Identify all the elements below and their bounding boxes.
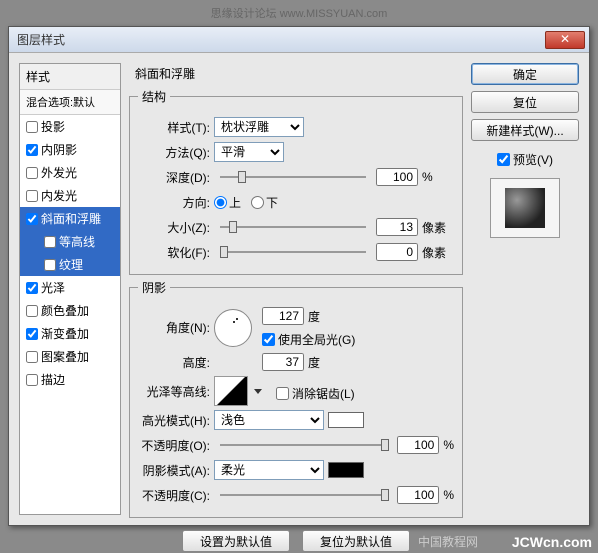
make-default-button[interactable]: 设置为默认值 xyxy=(182,530,290,552)
styles-header[interactable]: 样式 xyxy=(20,64,120,90)
direction-down[interactable]: 下 xyxy=(251,194,278,211)
highlight-mode-label: 高光模式(H): xyxy=(138,412,210,429)
depth-unit: % xyxy=(422,170,454,184)
preview-swatch xyxy=(490,178,560,238)
style-gradient-overlay[interactable]: 渐变叠加 xyxy=(20,322,120,345)
layer-style-dialog: 图层样式 ✕ 样式 混合选项:默认 投影 内阴影 外发光 内发光 斜面和浮雕 等… xyxy=(8,26,590,526)
watermark-top: 思缘设计论坛 www.MISSYUAN.com xyxy=(0,5,598,21)
direction-label: 方向: xyxy=(138,194,210,211)
size-unit: 像素 xyxy=(422,219,454,236)
global-light-checkbox[interactable]: 使用全局光(G) xyxy=(262,331,355,348)
blend-options[interactable]: 混合选项:默认 xyxy=(20,90,120,115)
watermark-url: JCWcn.com xyxy=(512,534,592,550)
shadow-opacity-input[interactable] xyxy=(397,486,439,504)
ok-button[interactable]: 确定 xyxy=(471,63,579,85)
close-button[interactable]: ✕ xyxy=(545,31,585,49)
altitude-input[interactable] xyxy=(262,353,304,371)
depth-slider[interactable] xyxy=(220,169,366,185)
style-color-overlay[interactable]: 颜色叠加 xyxy=(20,299,120,322)
cancel-button[interactable]: 复位 xyxy=(471,91,579,113)
settings-panel: 斜面和浮雕 结构 样式(T): 枕状浮雕 方法(Q): 平滑 深度(D): % xyxy=(129,63,463,515)
highlight-color-swatch[interactable] xyxy=(328,412,364,428)
shadow-color-swatch[interactable] xyxy=(328,462,364,478)
highlight-opacity-label: 不透明度(O): xyxy=(138,437,210,454)
highlight-opacity-slider[interactable] xyxy=(220,437,387,453)
soften-input[interactable] xyxy=(376,243,418,261)
shadow-mode-label: 阴影模式(A): xyxy=(138,462,210,479)
angle-label: 角度(N): xyxy=(138,319,210,336)
soften-slider[interactable] xyxy=(220,244,366,260)
structure-legend: 结构 xyxy=(138,88,170,105)
style-select[interactable]: 枕状浮雕 xyxy=(214,117,304,137)
style-stroke[interactable]: 描边 xyxy=(20,368,120,391)
watermark-cn: 中国教程网 xyxy=(418,533,478,550)
soften-label: 软化(F): xyxy=(138,244,210,261)
size-input[interactable] xyxy=(376,218,418,236)
angle-wheel[interactable] xyxy=(214,309,252,347)
technique-select[interactable]: 平滑 xyxy=(214,142,284,162)
reset-default-button[interactable]: 复位为默认值 xyxy=(302,530,410,552)
style-contour[interactable]: 等高线 xyxy=(20,230,120,253)
gloss-contour-picker[interactable] xyxy=(214,376,248,406)
shading-legend: 阴影 xyxy=(138,279,170,296)
structure-group: 结构 样式(T): 枕状浮雕 方法(Q): 平滑 深度(D): % 方向: xyxy=(129,88,463,275)
angle-input[interactable] xyxy=(262,307,304,325)
chevron-down-icon[interactable] xyxy=(254,389,262,394)
pct-unit: % xyxy=(443,438,454,452)
gloss-contour-label: 光泽等高线: xyxy=(138,383,210,400)
highlight-mode-select[interactable]: 浅色 xyxy=(214,410,324,430)
panel-title: 斜面和浮雕 xyxy=(129,63,463,84)
shadow-opacity-label: 不透明度(C): xyxy=(138,487,210,504)
style-bevel-emboss[interactable]: 斜面和浮雕 xyxy=(20,207,120,230)
style-label: 样式(T): xyxy=(138,119,210,136)
dialog-title: 图层样式 xyxy=(13,31,545,48)
style-outer-glow[interactable]: 外发光 xyxy=(20,161,120,184)
titlebar: 图层样式 ✕ xyxy=(9,27,589,53)
technique-label: 方法(Q): xyxy=(138,144,210,161)
style-pattern-overlay[interactable]: 图案叠加 xyxy=(20,345,120,368)
angle-unit: 度 xyxy=(308,308,320,325)
highlight-opacity-input[interactable] xyxy=(397,436,439,454)
shading-group: 阴影 角度(N): 度 使用全局光(G) 高度: xyxy=(129,279,463,518)
styles-list: 样式 混合选项:默认 投影 内阴影 外发光 内发光 斜面和浮雕 等高线 纹理 光… xyxy=(19,63,121,515)
soften-unit: 像素 xyxy=(422,244,454,261)
anti-alias-checkbox[interactable]: 消除锯齿(L) xyxy=(276,385,355,402)
style-drop-shadow[interactable]: 投影 xyxy=(20,115,120,138)
altitude-label: 高度: xyxy=(138,354,210,371)
depth-input[interactable] xyxy=(376,168,418,186)
shadow-opacity-slider[interactable] xyxy=(220,487,387,503)
style-satin[interactable]: 光泽 xyxy=(20,276,120,299)
style-inner-shadow[interactable]: 内阴影 xyxy=(20,138,120,161)
altitude-unit: 度 xyxy=(308,354,320,371)
style-texture[interactable]: 纹理 xyxy=(20,253,120,276)
new-style-button[interactable]: 新建样式(W)... xyxy=(471,119,579,141)
right-panel: 确定 复位 新建样式(W)... 预览(V) xyxy=(471,63,579,515)
shadow-mode-select[interactable]: 柔光 xyxy=(214,460,324,480)
direction-up[interactable]: 上 xyxy=(214,194,241,211)
size-slider[interactable] xyxy=(220,219,366,235)
depth-label: 深度(D): xyxy=(138,169,210,186)
style-inner-glow[interactable]: 内发光 xyxy=(20,184,120,207)
size-label: 大小(Z): xyxy=(138,219,210,236)
preview-checkbox[interactable]: 预览(V) xyxy=(497,151,553,168)
